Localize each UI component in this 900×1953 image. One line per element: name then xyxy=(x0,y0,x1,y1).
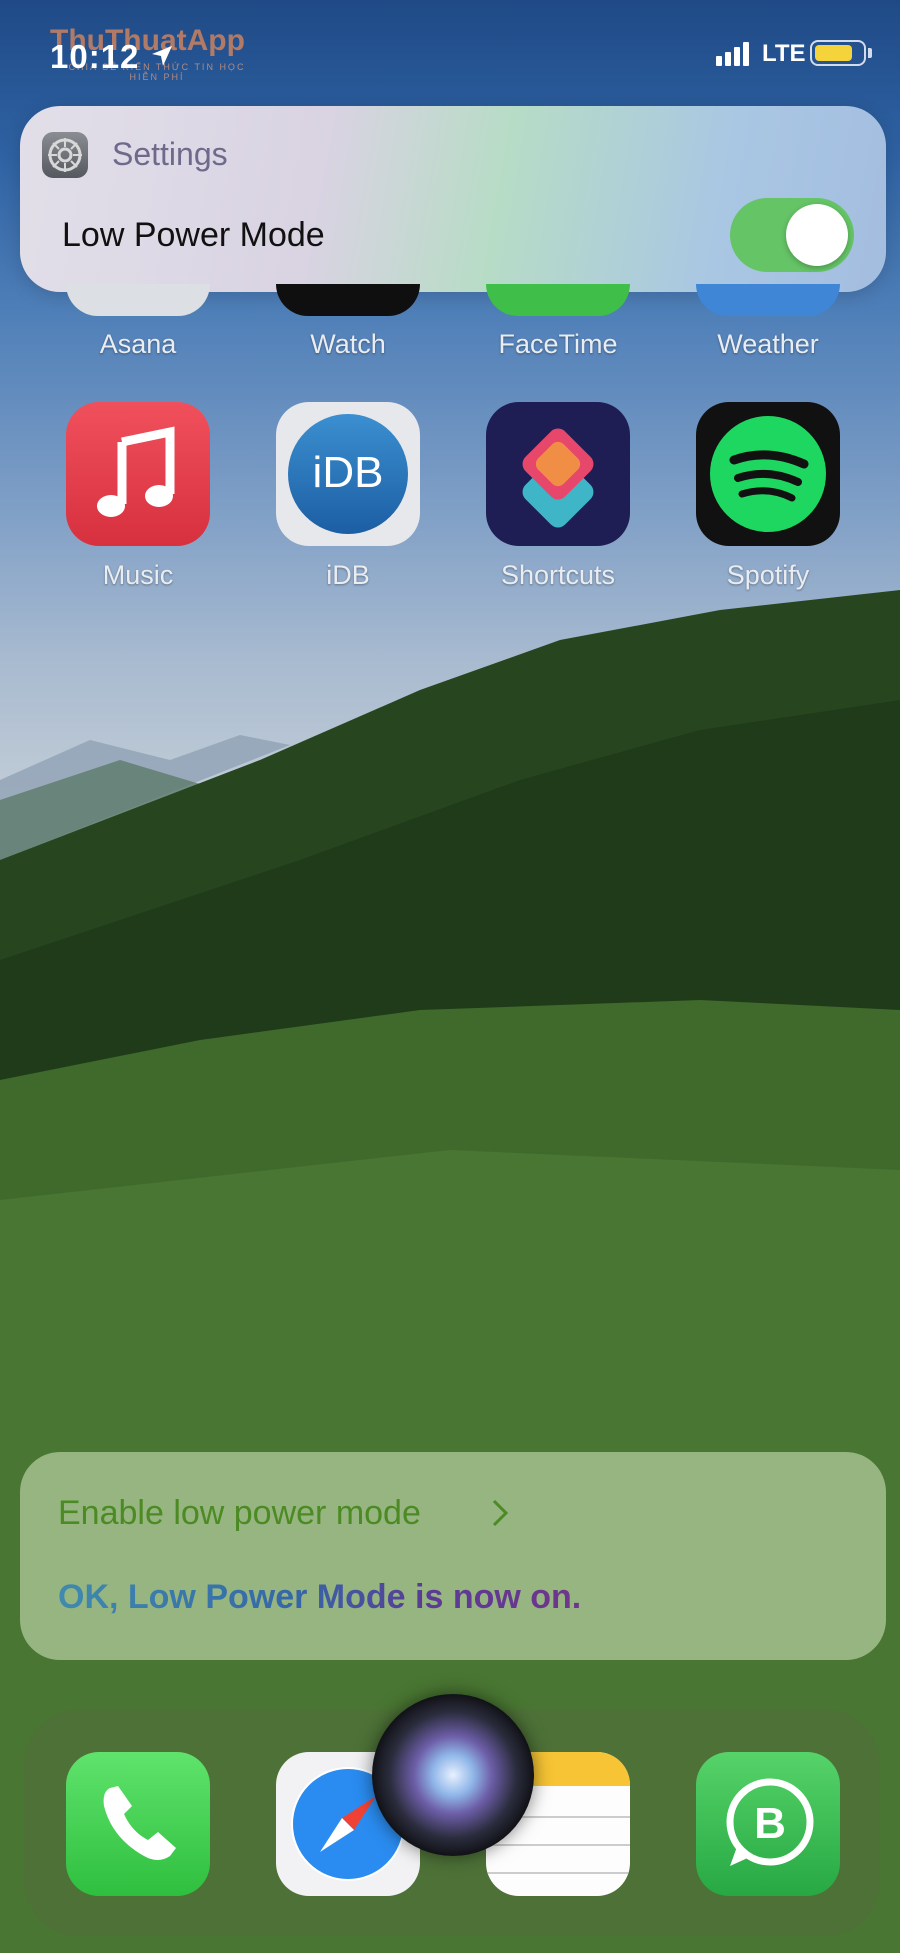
app-label-asana: Asana xyxy=(99,329,177,359)
status-bar: ThuThuatApp CHIA SẺ KIẾN THỨC TIN HỌC HI… xyxy=(0,0,900,110)
banner-app-name: Settings xyxy=(112,136,228,172)
low-power-mode-label: Low Power Mode xyxy=(62,216,325,254)
battery-nub xyxy=(868,48,872,58)
music-note-icon xyxy=(97,426,175,517)
idb-logo-text: iDB xyxy=(312,448,384,497)
whatsapp-business-icon[interactable]: B xyxy=(696,1752,840,1896)
phone-handset-icon xyxy=(103,1786,176,1860)
app-label-spotify: Spotify xyxy=(726,560,810,590)
shortcuts-app-icon[interactable] xyxy=(486,402,630,546)
siri-response-text: OK, Low Power Mode is now on. xyxy=(58,1578,582,1616)
app-label-shortcuts: Shortcuts xyxy=(500,560,616,590)
toggle-knob xyxy=(786,204,848,266)
shortcuts-layers-icon xyxy=(522,428,594,528)
settings-notification-banner[interactable]: Settings Low Power Mode xyxy=(20,106,886,292)
facetime-icon[interactable] xyxy=(486,284,630,316)
battery-icon xyxy=(810,40,866,66)
network-type: LTE xyxy=(762,40,806,67)
idb-app-icon[interactable]: iDB xyxy=(276,402,420,546)
weather-icon[interactable] xyxy=(696,284,840,316)
cellular-signal-icon xyxy=(716,42,749,66)
music-app-icon[interactable] xyxy=(66,402,210,546)
clock: 10:12 xyxy=(50,38,140,75)
siri-response-card: Enable low power mode OK, Low Power Mode… xyxy=(20,1452,886,1660)
asana-icon[interactable] xyxy=(66,284,210,316)
app-label-music: Music xyxy=(102,560,174,590)
whatsapp-business-logo-icon: B xyxy=(726,1778,814,1866)
chevron-right-icon[interactable] xyxy=(490,1498,510,1528)
siri-request-text[interactable]: Enable low power mode xyxy=(58,1494,421,1533)
watch-icon[interactable] xyxy=(276,284,420,316)
app-label-facetime: FaceTime xyxy=(498,329,618,359)
settings-gear-icon xyxy=(42,132,88,178)
low-power-mode-toggle[interactable] xyxy=(730,198,854,272)
home-screen: ThuThuatApp CHIA SẺ KIẾN THỨC TIN HỌC HI… xyxy=(0,0,900,1953)
app-label-watch: Watch xyxy=(310,329,386,359)
app-label-weather: Weather xyxy=(717,329,819,359)
spotify-logo-icon xyxy=(710,416,826,532)
app-label-idb: iDB xyxy=(326,560,370,590)
location-arrow-icon xyxy=(152,46,172,66)
spotify-app-icon[interactable] xyxy=(696,402,840,546)
siri-orb-icon[interactable] xyxy=(372,1694,534,1856)
phone-icon[interactable] xyxy=(66,1752,210,1896)
svg-text:B: B xyxy=(754,1799,786,1848)
